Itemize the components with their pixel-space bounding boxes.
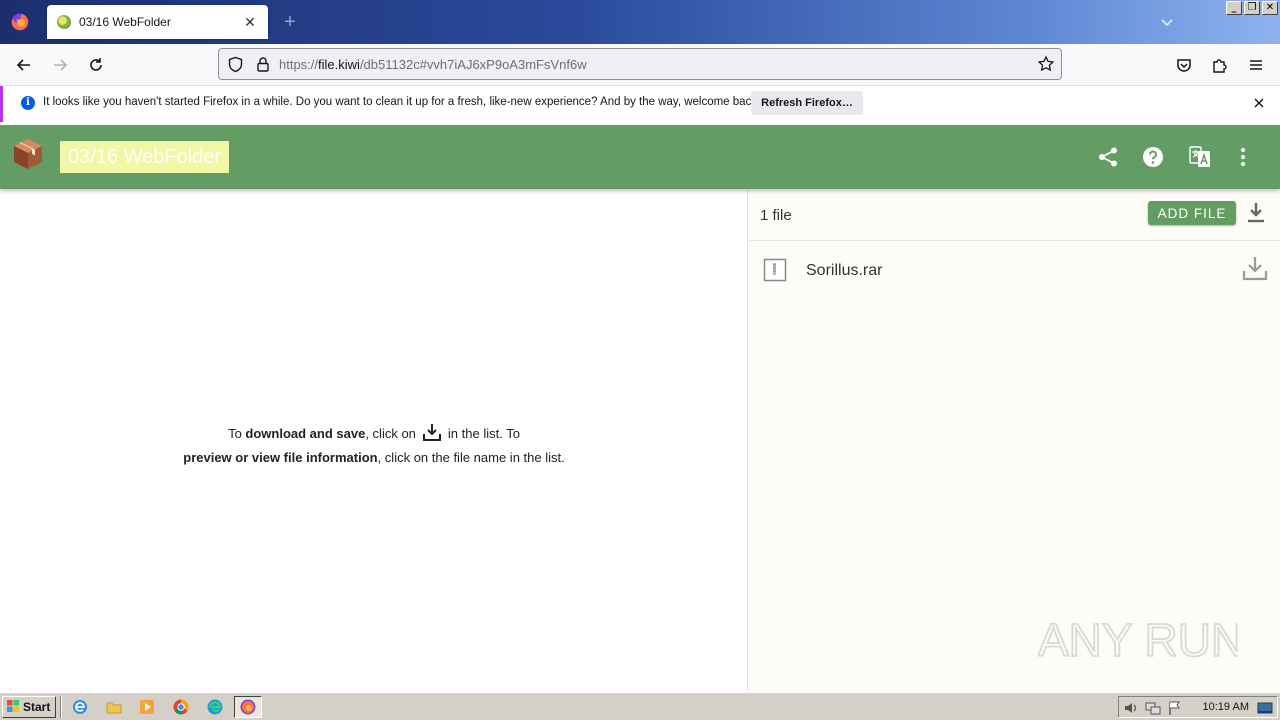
- download-all-icon[interactable]: [1245, 201, 1267, 225]
- taskbar-separator: [60, 696, 62, 718]
- archive-file-icon: [763, 258, 787, 282]
- chrome-icon[interactable]: [167, 696, 195, 718]
- lock-icon[interactable]: [255, 56, 271, 76]
- url-host: file.kiwi: [318, 57, 360, 72]
- browser-tab[interactable]: 03/16 WebFolder ✕: [47, 5, 268, 39]
- volume-icon[interactable]: [1123, 700, 1139, 716]
- minimize-button[interactable]: _: [1226, 1, 1242, 15]
- hint-text-2: , click on: [365, 426, 416, 441]
- reload-icon[interactable]: [83, 52, 109, 78]
- refresh-firefox-button[interactable]: Refresh Firefox…: [751, 91, 863, 115]
- restore-button[interactable]: ❐: [1244, 1, 1260, 15]
- folder-title[interactable]: 03/16 WebFolder: [60, 141, 230, 173]
- url-text[interactable]: https://file.kiwi/db51132c#vvh7iAJ6xP9oA…: [279, 57, 587, 72]
- navigation-toolbar: https://file.kiwi/db51132c#vvh7iAJ6xP9oA…: [0, 44, 1280, 86]
- add-file-button[interactable]: ADD FILE: [1148, 201, 1236, 225]
- close-window-button[interactable]: ✕: [1262, 1, 1278, 15]
- file-explorer-icon[interactable]: [100, 696, 128, 718]
- download-inline-icon: [422, 422, 442, 448]
- back-arrow-icon[interactable]: [11, 52, 37, 78]
- media-player-icon[interactable]: [133, 696, 161, 718]
- hint-text-1: To: [228, 426, 246, 441]
- more-vertical-icon[interactable]: [1231, 145, 1255, 169]
- kiwi-favicon-icon: [57, 15, 71, 29]
- preview-pane: To download and save, click on in the lis…: [0, 189, 748, 691]
- app-header: 03/16 WebFolder: [0, 125, 1280, 189]
- url-path: /db51132c#vvh7iAJ6xP9oA3mFsVnf6w: [359, 57, 587, 72]
- refresh-firefox-notification: i It looks like you haven't started Fire…: [0, 86, 1280, 122]
- hint-text-4: , click on the file name in the list.: [377, 450, 565, 465]
- info-icon: i: [21, 96, 35, 110]
- network-icon[interactable]: [1145, 700, 1161, 716]
- window-controls: _ ❐ ✕: [1226, 1, 1278, 15]
- firefox-taskbar-icon[interactable]: [234, 696, 262, 718]
- extensions-puzzle-icon[interactable]: [1207, 52, 1233, 78]
- pocket-icon[interactable]: [1171, 52, 1197, 78]
- notification-message: It looks like you haven't started Firefo…: [43, 96, 761, 108]
- hamburger-menu-icon[interactable]: [1243, 52, 1269, 78]
- system-tray: 10:19 AM: [1118, 696, 1278, 718]
- tracking-shield-icon[interactable]: [227, 56, 244, 76]
- file-download-icon[interactable]: [1241, 254, 1269, 282]
- file-name[interactable]: Sorillus.rar: [806, 262, 882, 280]
- windows-logo-icon: [6, 699, 20, 716]
- firefox-menu-icon[interactable]: [0, 0, 40, 44]
- start-button[interactable]: Start: [2, 696, 56, 718]
- new-tab-button[interactable]: +: [280, 12, 300, 32]
- share-icon[interactable]: [1096, 145, 1120, 169]
- hint-bold-preview: preview or view file information: [183, 450, 378, 465]
- edge-icon[interactable]: [201, 696, 229, 718]
- watermark-text: ANY RUN: [1038, 614, 1238, 666]
- list-all-tabs-chevron-icon[interactable]: [1158, 13, 1176, 31]
- forward-arrow-icon[interactable]: [47, 52, 73, 78]
- tab-close-icon[interactable]: ✕: [242, 14, 258, 30]
- file-list-header: 1 file ADD FILE: [749, 189, 1280, 241]
- url-scheme: https://: [279, 57, 319, 72]
- file-list-item[interactable]: Sorillus.rar: [749, 242, 1280, 298]
- action-center-flag-icon[interactable]: [1167, 700, 1183, 716]
- windows-taskbar: Start 10:19 AM: [0, 692, 1280, 720]
- translate-icon[interactable]: [1188, 145, 1212, 169]
- internet-explorer-icon[interactable]: [66, 696, 94, 718]
- hint-bold-download: download and save: [245, 426, 366, 441]
- url-bar[interactable]: https://file.kiwi/db51132c#vvh7iAJ6xP9oA…: [218, 48, 1062, 80]
- help-icon[interactable]: [1141, 145, 1165, 169]
- show-desktop-icon[interactable]: [1257, 700, 1273, 716]
- hint-text-3: in the list. To: [447, 426, 520, 441]
- box-logo-icon[interactable]: [12, 137, 44, 171]
- anyrun-watermark: ANY RUN: [1037, 606, 1245, 672]
- notification-close-icon[interactable]: [1252, 96, 1266, 113]
- file-count: 1 file: [760, 207, 792, 224]
- instructions-text: To download and save, click on in the lis…: [0, 422, 748, 468]
- tab-strip: 03/16 WebFolder ✕ + _ ❐ ✕: [0, 0, 1280, 44]
- taskbar-clock[interactable]: 10:19 AM: [1203, 701, 1249, 713]
- bookmark-star-icon[interactable]: [1037, 55, 1055, 76]
- tab-title: 03/16 WebFolder: [79, 15, 171, 29]
- start-label: Start: [23, 700, 51, 714]
